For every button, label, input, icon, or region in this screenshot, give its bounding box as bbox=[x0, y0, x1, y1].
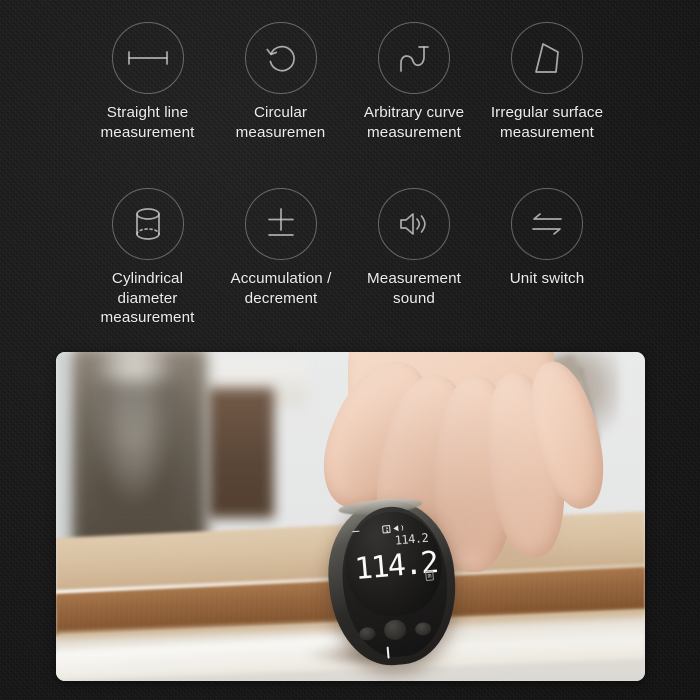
feature-icon-circle bbox=[111, 22, 184, 94]
cylinder-icon bbox=[134, 207, 162, 241]
unit-switch-icon bbox=[530, 212, 564, 236]
measuring-device: 114.2 114.2 m bbox=[322, 494, 462, 671]
straight-line-measure-icon bbox=[126, 48, 170, 68]
feature-icon-circle bbox=[244, 188, 317, 260]
photo-jar-contents bbox=[96, 380, 176, 540]
feature-label: Arbitrary curve measurement bbox=[363, 104, 465, 141]
feature-label: Straight line measurement bbox=[100, 104, 195, 141]
feature-unit-switch[interactable]: Unit switch bbox=[480, 188, 613, 289]
device-unit-badge: m bbox=[425, 570, 434, 582]
photo-dark-box bbox=[208, 388, 274, 518]
speaker-icon bbox=[393, 523, 403, 533]
feature-measurement-sound[interactable]: Measurement sound bbox=[347, 188, 480, 308]
feature-grid: Straight line measurement Circular measu… bbox=[0, 0, 700, 345]
product-photo: 114.2 114.2 m bbox=[56, 352, 645, 681]
feature-straight-line-measurement[interactable]: Straight line measurement bbox=[81, 22, 214, 142]
feature-label: Cylindrical diameter measurement bbox=[100, 270, 195, 326]
feature-label: Irregular surface measurement bbox=[490, 104, 604, 141]
feature-label: Accumulation / decrement bbox=[230, 270, 332, 307]
feature-label: Measurement sound bbox=[367, 270, 461, 307]
plus-minus-icon bbox=[264, 207, 298, 241]
arbitrary-curve-icon bbox=[397, 41, 431, 75]
feature-icon-circle bbox=[244, 22, 317, 94]
feature-icon-circle bbox=[377, 188, 450, 260]
circular-measure-icon bbox=[265, 42, 297, 74]
device-left-button[interactable] bbox=[358, 626, 376, 642]
irregular-surface-icon bbox=[532, 42, 562, 74]
feature-label: Circular measuremen bbox=[235, 104, 326, 141]
device-center-button[interactable] bbox=[383, 618, 407, 641]
status-dash-indicator bbox=[352, 530, 360, 533]
feature-label: Unit switch bbox=[509, 270, 585, 287]
feature-icon-circle bbox=[111, 188, 184, 260]
device-display: 114.2 114.2 m bbox=[350, 518, 439, 609]
feature-irregular-surface-measurement[interactable]: Irregular surface measurement bbox=[480, 22, 613, 142]
bluetooth-icon bbox=[381, 524, 391, 534]
product-feature-page: Straight line measurement Circular measu… bbox=[0, 0, 700, 700]
feature-cylindrical-diameter-measurement[interactable]: Cylindrical diameter measurement bbox=[81, 188, 214, 328]
device-right-button[interactable] bbox=[414, 621, 432, 637]
feature-accumulation-decrement[interactable]: Accumulation / decrement bbox=[214, 188, 347, 308]
feature-icon-circle bbox=[510, 188, 583, 260]
feature-icon-circle bbox=[377, 22, 450, 94]
feature-arbitrary-curve-measurement[interactable]: Arbitrary curve measurement bbox=[347, 22, 480, 142]
feature-circular-measurement[interactable]: Circular measuremen bbox=[214, 22, 347, 142]
feature-icon-circle bbox=[510, 22, 583, 94]
speaker-icon bbox=[397, 210, 431, 238]
